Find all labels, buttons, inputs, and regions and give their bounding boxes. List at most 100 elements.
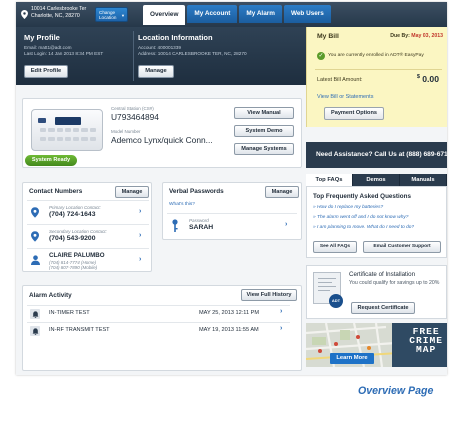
keypad-led [38, 118, 46, 123]
chevron-right-icon: › [139, 256, 142, 263]
faq-question-link[interactable]: » The alarm went off and I do not know w… [313, 215, 408, 220]
payment-options-button[interactable]: Payment Options [324, 107, 384, 120]
certificate-panel: ADT Certificate of Installation You coul… [306, 265, 447, 319]
tab-my-account[interactable]: My Account [187, 5, 238, 23]
chevron-right-icon: › [280, 308, 283, 315]
location-info-section: Location Information Account: 400001339 … [138, 33, 247, 57]
latest-bill-label: Latest Bill Amount: [317, 77, 363, 83]
alarm-event-date: MAY 19, 2013 [199, 327, 234, 333]
view-full-history-button[interactable]: View Full History [241, 289, 297, 301]
certificate-subtitle: You could qualify for savings up to 20% [349, 280, 440, 286]
due-date-value: May 03, 2013 [411, 33, 443, 39]
certificate-title: Certificate of Installation [349, 271, 416, 278]
due-prefix: Due By: [390, 33, 410, 39]
edit-profile-button[interactable]: Edit Profile [24, 65, 68, 78]
tab-manuals[interactable]: Manuals [400, 174, 447, 186]
system-panel: System Ready Central Station (CS#) U7934… [22, 98, 302, 168]
faq-question-link[interactable]: » How do I replace my batteries? [313, 205, 383, 210]
top-bar: 10014 Carlesbrooke Ter Charlotte, NC, 28… [16, 2, 447, 27]
verbal-passwords-title: Verbal Passwords [169, 188, 224, 195]
manage-passwords-button[interactable]: Manage [265, 186, 299, 198]
map-pin-icon [20, 6, 29, 23]
tab-overview[interactable]: Overview [143, 5, 186, 25]
faq-question-text: The alarm went off and I do not know why… [317, 215, 409, 220]
view-bill-link[interactable]: View Bill or Statements [317, 94, 373, 100]
contact-phone: (704) 724-1643 [49, 211, 96, 218]
chevron-right-icon: › [280, 325, 283, 332]
alarm-event-date: MAY 25, 2013 [199, 310, 234, 316]
contact-label: Secondary Location Contact: [49, 229, 107, 234]
contact-row-secondary[interactable]: Secondary Location Contact: (704) 543-92… [27, 224, 149, 247]
tab-top-faqs[interactable]: Top FAQs [306, 174, 353, 186]
faq-heading: Top Frequently Asked Questions [313, 193, 411, 200]
my-profile-section: My Profile Email: matt1@adt.com Last Log… [24, 33, 103, 57]
amount-value: 0.00 [422, 74, 439, 84]
view-manual-button[interactable]: View Manual [234, 107, 294, 119]
manage-systems-button[interactable]: Manage Systems [234, 143, 294, 155]
faq-question-text: How do I replace my batteries? [317, 205, 384, 210]
checkmark-icon: ✓ [317, 52, 325, 60]
request-certificate-button[interactable]: Request Certificate [351, 302, 415, 314]
crime-map-line-3: MAP [415, 344, 437, 355]
bell-icon [30, 326, 40, 336]
faq-question-link[interactable]: » I am planning to move. What do I need … [313, 225, 414, 230]
location-address-info: Address: 10014 CARLESBROOKE TER, NC, 282… [138, 51, 247, 56]
verbal-passwords-panel: Verbal Passwords Manage What's this? Pas… [162, 182, 302, 240]
learn-more-button[interactable]: Learn More [330, 353, 374, 364]
tab-web-users[interactable]: Web Users [283, 5, 331, 23]
contact-label: Primary Location Contact: [49, 205, 101, 210]
bill-amount: $ 0.00 [417, 74, 439, 84]
tab-demos[interactable]: Demos [353, 174, 400, 186]
currency-symbol: $ [416, 74, 420, 80]
password-label: Password [189, 218, 209, 223]
manage-contacts-button[interactable]: Manage [115, 186, 149, 198]
location-selector[interactable]: 10014 Carlesbrooke Ter Charlotte, NC, 28… [20, 6, 104, 23]
password-row[interactable]: Password SARAH › [167, 213, 297, 236]
manage-location-button[interactable]: Manage [138, 65, 174, 78]
chevron-right-icon: › [285, 221, 288, 228]
change-location-button[interactable]: Change Location ▼ [95, 7, 128, 22]
chevron-down-icon: ▼ [121, 13, 125, 18]
page-caption: Overview Page [358, 385, 434, 397]
alarm-event-row[interactable]: IN-RF TRANSMIT TEST MAY 19, 2013 11:55 A… [27, 322, 290, 338]
keypad-screen [55, 117, 81, 125]
faq-panel: Top Frequently Asked Questions » How do … [306, 186, 447, 258]
main-tabs: Overview My Account My Alarm Web Users [143, 5, 333, 25]
model-label: Model Number [111, 129, 141, 134]
see-all-faqs-button[interactable]: See All FAQs [313, 241, 357, 253]
my-bill-title: My Bill [317, 33, 339, 40]
profile-last-login: Last Login: 14 Jan 2013 8:34 PM EST [24, 51, 104, 56]
location-address: 10014 Carlesbrooke Ter Charlotte, NC, 28… [31, 6, 86, 19]
alarm-event-datetime: MAY 19, 2013 11:55 AM [199, 327, 259, 333]
alarm-event-datetime: MAY 25, 2013 12:11 PM [199, 310, 259, 316]
address-line-2: Charlotte, NC, 28270 [31, 12, 80, 19]
alarm-activity-title: Alarm Activity [29, 292, 72, 299]
contact-row-person[interactable]: CLAIRE PALUMBO (704) 814-7774 (Home) (70… [27, 248, 149, 272]
bell-icon [30, 309, 40, 319]
system-ready-badge: System Ready [25, 155, 77, 166]
contact-mobile-phone: (704) 807-7890 (Mobile) [49, 265, 98, 270]
crime-map-banner[interactable]: FREE CRIME MAP Learn More [306, 323, 447, 367]
alarm-activity-panel: Alarm Activity View Full History IN-TIME… [22, 285, 302, 371]
alarm-event-row[interactable]: IN-TIMER TEST MAY 25, 2013 12:11 PM › [27, 305, 290, 321]
contact-numbers-title: Contact Numbers [29, 188, 83, 195]
my-profile-title: My Profile [24, 33, 60, 42]
bill-divider [315, 69, 442, 70]
alarm-event-name: IN-RF TRANSMIT TEST [49, 327, 110, 333]
map-pin-icon [30, 229, 40, 243]
email-support-button[interactable]: Email Customer Support [363, 241, 441, 253]
whats-this-link[interactable]: What's this? [169, 202, 195, 207]
faq-tabs: Top FAQs Demos Manuals [306, 174, 447, 186]
tab-my-alarm[interactable]: My Alarm [239, 5, 282, 23]
alarm-event-time: 11:55 AM [235, 327, 259, 333]
alarm-event-time: 12:11 PM [235, 310, 260, 316]
contact-phone: (704) 543-9200 [49, 235, 96, 242]
bill-due-date: Due By: May 03, 2013 [390, 33, 443, 39]
contact-numbers-panel: Contact Numbers Manage Primary Location … [22, 182, 152, 272]
header-divider [133, 31, 134, 81]
system-demo-button[interactable]: System Demo [234, 125, 294, 137]
contact-row-primary[interactable]: Primary Location Contact: (704) 724-1643… [27, 200, 149, 223]
easypay-status: You are currently enrolled in ADT® EasyP… [328, 53, 424, 58]
assistance-banner: Need Assistance? Call Us at (888) 689-67… [306, 142, 447, 168]
my-bill-panel: My Bill Due By: May 03, 2013 ✓ You are c… [306, 27, 447, 127]
